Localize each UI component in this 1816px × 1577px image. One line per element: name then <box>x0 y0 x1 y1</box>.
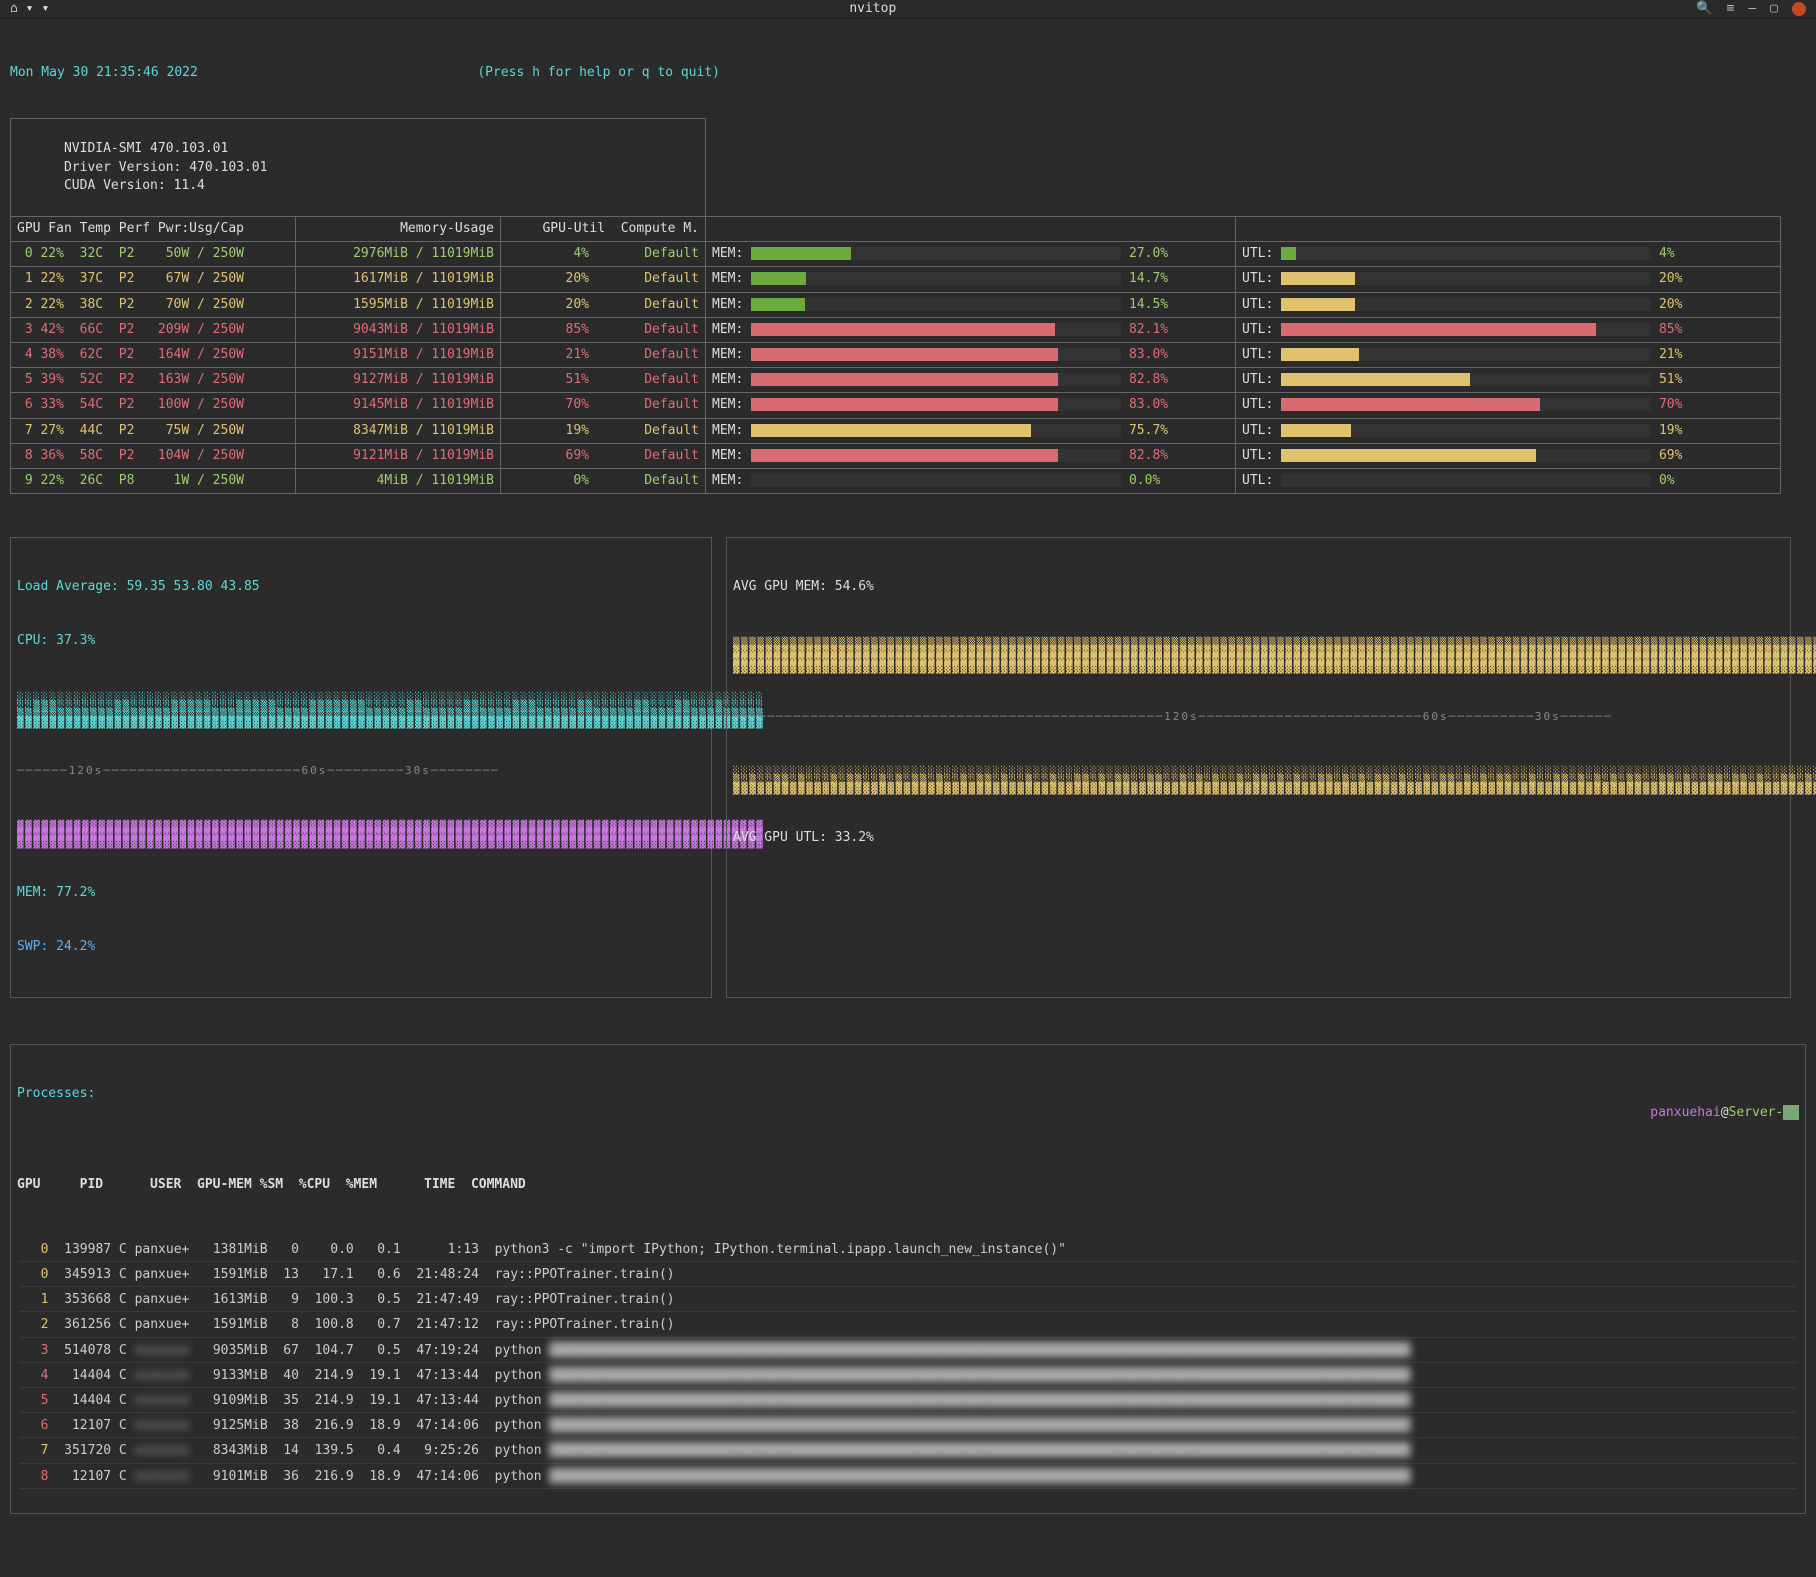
process-row[interactable]: 3 514078 C xxxxxxx 9035MiB 67 104.7 0.5 … <box>19 1340 1797 1363</box>
load-average: Load Average: 59.35 53.80 43.85 <box>17 578 705 596</box>
cursor-block <box>1783 1105 1799 1120</box>
prompt: panxuehai@Server- <box>1603 1085 1799 1140</box>
process-row[interactable]: 4 14404 C xxxxxxx 9133MiB 40 214.9 19.1 … <box>19 1365 1797 1388</box>
col-mem-header: Memory-Usage <box>296 217 501 242</box>
process-row[interactable]: 8 12107 C xxxxxxx 9101MiB 36 216.9 18.9 … <box>19 1466 1797 1489</box>
gpu-row[interactable]: 3 42% 66C P2 209W / 250W9043MiB / 11019M… <box>11 317 1781 342</box>
mem-percent: MEM: 77.2% <box>17 884 705 902</box>
maximize-icon[interactable]: ▢ <box>1770 0 1778 18</box>
process-row[interactable]: 0 345913 C panxue+ 1591MiB 13 17.1 0.6 2… <box>19 1264 1797 1287</box>
gpu-table: NVIDIA-SMI 470.103.01 Driver Version: 47… <box>10 118 1781 494</box>
cuda-version: CUDA Version: 11.4 <box>64 178 205 193</box>
avg-gpu-utl-chart: ░░░░░░░░░░░░░░░░░░░░░░░░░░░░░░░░░░░░░░░░… <box>733 761 1784 793</box>
window-titlebar: ⌂ ▾ ▾ nvitop 🔍 ≡ — ▢ <box>0 0 1816 19</box>
help-hint: (Press h for help or q to quit) <box>477 64 720 82</box>
window-title: nvitop <box>49 0 1696 18</box>
process-row[interactable]: 0 139987 C panxue+ 1381MiB 0 0.0 0.1 1:1… <box>19 1239 1797 1262</box>
prompt-host: Server- <box>1729 1105 1784 1120</box>
prompt-at: @ <box>1721 1105 1729 1120</box>
process-columns: GPU PID USER GPU-MEM %SM %CPU %MEM TIME … <box>17 1176 1799 1194</box>
gpu-row[interactable]: 0 22% 32C P2 50W / 250W2976MiB / 11019Mi… <box>11 242 1781 267</box>
col-membar-header <box>706 217 1236 242</box>
process-row[interactable]: 1 353668 C panxue+ 1613MiB 9 100.3 0.5 2… <box>19 1289 1797 1312</box>
gpu-row[interactable]: 2 22% 38C P2 70W / 250W1595MiB / 11019Mi… <box>11 292 1781 317</box>
process-panel: Processes: panxuehai@Server- GPU PID USE… <box>10 1044 1806 1514</box>
gpu-row[interactable]: 5 39% 52C P2 163W / 250W9127MiB / 11019M… <box>11 368 1781 393</box>
gpu-row[interactable]: 7 27% 44C P2 75W / 250W8347MiB / 11019Mi… <box>11 418 1781 443</box>
prompt-user: panxuehai <box>1650 1105 1720 1120</box>
process-row[interactable]: 7 351720 C xxxxxxx 8343MiB 14 139.5 0.4 … <box>19 1440 1797 1463</box>
process-row[interactable]: 2 361256 C panxue+ 1591MiB 8 100.8 0.7 2… <box>19 1314 1797 1337</box>
avg-gpu-mem: AVG GPU MEM: 54.6% <box>733 578 1784 596</box>
app-window: ⌂ ▾ ▾ nvitop 🔍 ≡ — ▢ Mon May 30 21:35:46… <box>0 0 1816 1163</box>
avg-gpu-utl: AVG GPU UTL: 33.2% <box>733 829 1784 847</box>
mem-chart: ▓▓▓▓▓▓▓▓▓▓▓▓▓▓▓▓▓▓▓▓▓▓▓▓▓▓▓▓▓▓▓▓▓▓▓▓▓▓▓▓… <box>17 815 705 847</box>
close-icon[interactable] <box>1792 2 1806 16</box>
terminal-body[interactable]: Mon May 30 21:35:46 2022 (Press h for he… <box>0 19 1816 1576</box>
menu-icon[interactable]: ≡ <box>1727 0 1735 18</box>
search-icon[interactable]: 🔍 <box>1696 0 1712 18</box>
process-row[interactable]: 6 12107 C xxxxxxx 9125MiB 38 216.9 18.9 … <box>19 1415 1797 1438</box>
gpu-row[interactable]: 8 36% 58C P2 104W / 250W9121MiB / 11019M… <box>11 443 1781 468</box>
minimize-icon[interactable]: — <box>1748 0 1756 18</box>
new-tab-icon[interactable]: ▾ <box>41 0 49 18</box>
gpu-row[interactable]: 4 38% 62C P2 164W / 250W9151MiB / 11019M… <box>11 343 1781 368</box>
cpu-chart: ░░░░░░░░░░░░░░░░░░░░░░░░░░░░░░░░░░░░░░░░… <box>17 687 705 727</box>
process-row[interactable]: 5 14404 C xxxxxxx 9109MiB 35 214.9 19.1 … <box>19 1390 1797 1413</box>
nvidia-smi-version: NVIDIA-SMI 470.103.01 <box>64 141 228 156</box>
datetime: Mon May 30 21:35:46 2022 <box>10 64 198 82</box>
process-table: 0 139987 C panxue+ 1381MiB 0 0.0 0.1 1:1… <box>17 1237 1799 1491</box>
swp-percent: SWP: 24.2% <box>17 938 705 956</box>
processes-label: Processes: <box>17 1085 95 1140</box>
col-gpu-header: GPU Fan Temp Perf Pwr:Usg/Cap <box>11 217 296 242</box>
gpu-row[interactable]: 9 22% 26C P8 1W / 250W4MiB / 11019MiB0%D… <box>11 468 1781 493</box>
gpu-row[interactable]: 1 22% 37C P2 67W / 250W1617MiB / 11019Mi… <box>11 267 1781 292</box>
gpu-avg-panel: AVG GPU MEM: 54.6% ▒▒▒▒▒▒▒▒▒▒▒▒▒▒▒▒▒▒▒▒▒… <box>726 537 1791 998</box>
cpu-panel: Load Average: 59.35 53.80 43.85 CPU: 37.… <box>10 537 712 998</box>
col-utlbar-header <box>1236 217 1781 242</box>
cpu-percent: CPU: 37.3% <box>17 632 705 650</box>
terminal-tab-icon[interactable]: ⌂ ▾ <box>10 0 33 18</box>
col-util-header: GPU-Util Compute M. <box>501 217 706 242</box>
driver-version: Driver Version: 470.103.01 <box>64 160 268 175</box>
gpu-row[interactable]: 6 33% 54C P2 100W / 250W9145MiB / 11019M… <box>11 393 1781 418</box>
avg-gpu-mem-chart: ▒▒▒▒▒▒▒▒▒▒▒▒▒▒▒▒▒▒▒▒▒▒▒▒▒▒▒▒▒▒▒▒▒▒▒▒▒▒▒▒… <box>733 632 1784 672</box>
